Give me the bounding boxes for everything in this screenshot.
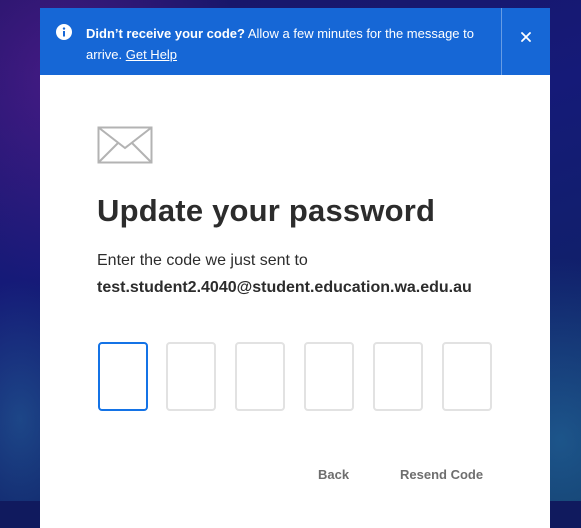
toast-message: Didn’t receive your code? Allow a few mi… [86,23,496,65]
back-button[interactable]: Back [318,467,349,482]
code-digit-4[interactable] [304,342,354,411]
instruction-text: Enter the code we just sent to [97,252,308,269]
code-digit-3[interactable] [235,342,285,411]
code-digit-6[interactable] [442,342,492,411]
toast-close-button[interactable] [513,24,539,50]
toast-divider [501,8,502,75]
page-title: Update your password [97,193,436,228]
code-digit-2[interactable] [166,342,216,411]
recipient-email: test.student2.4040@student.education.wa.… [97,279,472,296]
envelope-icon [97,126,153,164]
notification-toast: Didn’t receive your code? Allow a few mi… [40,8,550,75]
code-digit-5[interactable] [373,342,423,411]
toast-bold-text: Didn’t receive your code? [86,26,245,41]
get-help-link[interactable]: Get Help [126,47,177,62]
close-icon [521,32,531,42]
resend-code-button[interactable]: Resend Code [400,467,483,482]
info-icon [56,24,72,40]
code-digit-1[interactable] [98,342,148,411]
